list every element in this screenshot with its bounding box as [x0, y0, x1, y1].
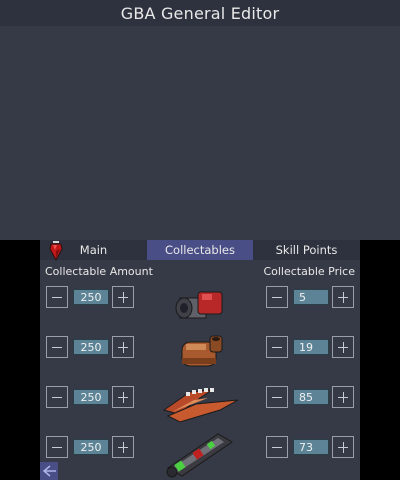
price-decrease-button[interactable]: [266, 286, 288, 308]
tab-skill-points-label: Skill Points: [275, 243, 338, 257]
price-value[interactable]: 85: [293, 389, 329, 405]
tab-bar: Main Collectables Skill Points: [40, 240, 360, 261]
red-canister-icon: [175, 291, 223, 319]
amount-increase-button[interactable]: [112, 386, 134, 408]
title-bar: GBA General Editor: [0, 0, 400, 26]
tab-collectables-label: Collectables: [165, 243, 235, 257]
price-decrease-button[interactable]: [266, 336, 288, 358]
price-value[interactable]: 73: [293, 439, 329, 455]
price-value[interactable]: 19: [293, 339, 329, 355]
tab-collectables[interactable]: Collectables: [147, 240, 253, 260]
collectable-amount-header: Collectable Amount: [45, 265, 153, 278]
green-wand-icon: [166, 433, 233, 478]
tab-skill-points[interactable]: Skill Points: [253, 240, 360, 260]
amount-value[interactable]: 250: [73, 339, 109, 355]
amount-value[interactable]: 250: [73, 389, 109, 405]
app-title: GBA General Editor: [120, 3, 280, 23]
top-screen: GBA General Editor: [0, 0, 400, 240]
price-decrease-button[interactable]: [266, 436, 288, 458]
tab-main[interactable]: Main: [40, 240, 147, 261]
amount-increase-button[interactable]: [112, 286, 134, 308]
bottom-screen: Main Collectables Skill Points Collectab…: [40, 240, 360, 480]
price-increase-button[interactable]: [332, 386, 354, 408]
price-increase-button[interactable]: [332, 436, 354, 458]
tab-main-label: Main: [79, 243, 108, 257]
collectable-price-header: Collectable Price: [263, 265, 355, 278]
price-value[interactable]: 5: [293, 289, 329, 305]
back-button[interactable]: [40, 462, 58, 480]
amount-decrease-button[interactable]: [46, 286, 68, 308]
back-arrow-icon: [42, 465, 56, 477]
amount-value[interactable]: 250: [73, 439, 109, 455]
amount-decrease-button[interactable]: [46, 386, 68, 408]
price-increase-button[interactable]: [332, 286, 354, 308]
amount-decrease-button[interactable]: [46, 436, 68, 458]
red-gem-icon: [49, 241, 63, 261]
price-increase-button[interactable]: [332, 336, 354, 358]
brown-tube-icon: [181, 335, 223, 367]
price-decrease-button[interactable]: [266, 386, 288, 408]
claw-icon: [162, 388, 239, 423]
amount-increase-button[interactable]: [112, 336, 134, 358]
amount-value[interactable]: 250: [73, 289, 109, 305]
amount-increase-button[interactable]: [112, 436, 134, 458]
amount-decrease-button[interactable]: [46, 336, 68, 358]
